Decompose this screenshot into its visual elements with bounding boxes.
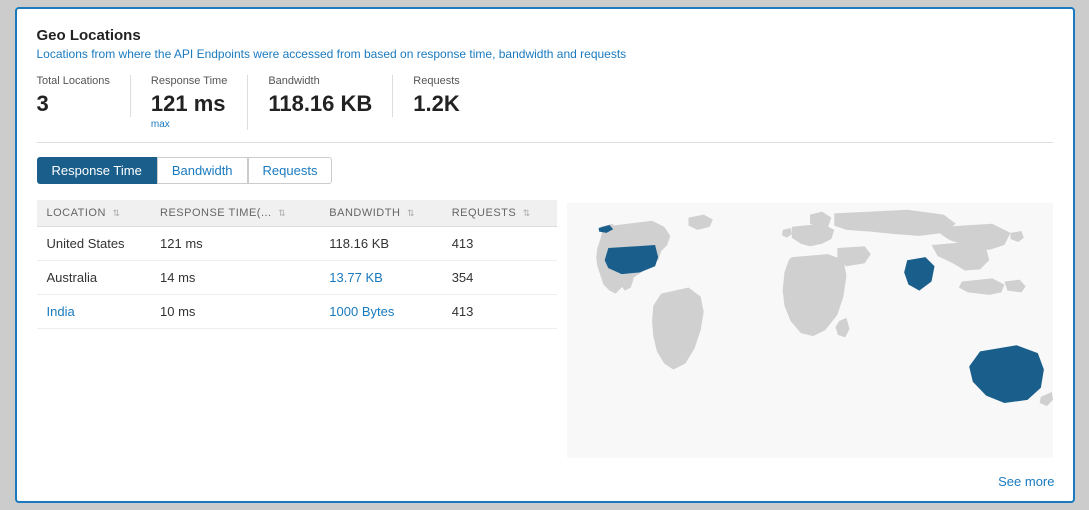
card-subtitle: Locations from where the API Endpoints w… <box>37 47 1053 61</box>
world-map-area <box>567 200 1053 460</box>
cell-location: Australia <box>37 261 151 295</box>
cell-location: United States <box>37 227 151 261</box>
tab-response-time[interactable]: Response Time <box>37 157 157 184</box>
stat-value: 3 <box>37 91 110 117</box>
stat-block: Total Locations 3 <box>37 75 131 117</box>
cell-requests: 354 <box>442 261 557 295</box>
cell-bandwidth: 118.16 KB <box>319 227 441 261</box>
sort-icon: ⇅ <box>278 208 286 219</box>
stat-value: 121 ms <box>151 91 227 117</box>
table-col-header[interactable]: LOCATION ⇅ <box>37 200 151 227</box>
tabs-row: Response TimeBandwidthRequests <box>37 157 1053 184</box>
table-col-header[interactable]: RESPONSE TIME(... ⇅ <box>150 200 319 227</box>
stats-row: Total Locations 3 Response Time 121 ms m… <box>37 75 1053 143</box>
table-col-header[interactable]: BANDWIDTH ⇅ <box>319 200 441 227</box>
tab-requests[interactable]: Requests <box>248 157 333 184</box>
tab-bandwidth[interactable]: Bandwidth <box>157 157 248 184</box>
stat-sub: max <box>151 119 227 130</box>
geo-locations-card: Geo Locations Locations from where the A… <box>15 7 1075 502</box>
table-body: United States121 ms118.16 KB413Australia… <box>37 227 557 329</box>
stat-value: 1.2K <box>413 91 459 117</box>
sort-icon: ⇅ <box>112 208 120 219</box>
cell-response-time: 10 ms <box>150 295 319 329</box>
cell-bandwidth[interactable]: 13.77 KB <box>319 261 441 295</box>
see-more-link[interactable]: See more <box>998 474 1054 489</box>
stat-block: Bandwidth 118.16 KB <box>268 75 393 117</box>
table-area: LOCATION ⇅RESPONSE TIME(... ⇅BANDWIDTH ⇅… <box>37 200 557 460</box>
table-row: Australia14 ms13.77 KB354 <box>37 261 557 295</box>
sort-icon: ⇅ <box>407 208 415 219</box>
cell-response-time: 121 ms <box>150 227 319 261</box>
stat-label: Response Time <box>151 75 227 87</box>
card-title: Geo Locations <box>37 27 1053 44</box>
sort-icon: ⇅ <box>523 208 531 219</box>
content-area: LOCATION ⇅RESPONSE TIME(... ⇅BANDWIDTH ⇅… <box>37 200 1053 460</box>
stat-block: Requests 1.2K <box>413 75 479 117</box>
cell-requests: 413 <box>442 227 557 261</box>
stat-label: Total Locations <box>37 75 110 87</box>
cell-bandwidth[interactable]: 1000 Bytes <box>319 295 441 329</box>
world-map-svg <box>567 200 1053 460</box>
stat-block: Response Time 121 ms max <box>151 75 248 130</box>
table-header: LOCATION ⇅RESPONSE TIME(... ⇅BANDWIDTH ⇅… <box>37 200 557 227</box>
stat-value: 118.16 KB <box>268 91 372 117</box>
table-row: India10 ms1000 Bytes413 <box>37 295 557 329</box>
table-col-header[interactable]: REQUESTS ⇅ <box>442 200 557 227</box>
stat-label: Bandwidth <box>268 75 372 87</box>
data-table: LOCATION ⇅RESPONSE TIME(... ⇅BANDWIDTH ⇅… <box>37 200 557 329</box>
cell-response-time: 14 ms <box>150 261 319 295</box>
table-row: United States121 ms118.16 KB413 <box>37 227 557 261</box>
cell-location[interactable]: India <box>37 295 151 329</box>
stat-label: Requests <box>413 75 459 87</box>
cell-requests: 413 <box>442 295 557 329</box>
